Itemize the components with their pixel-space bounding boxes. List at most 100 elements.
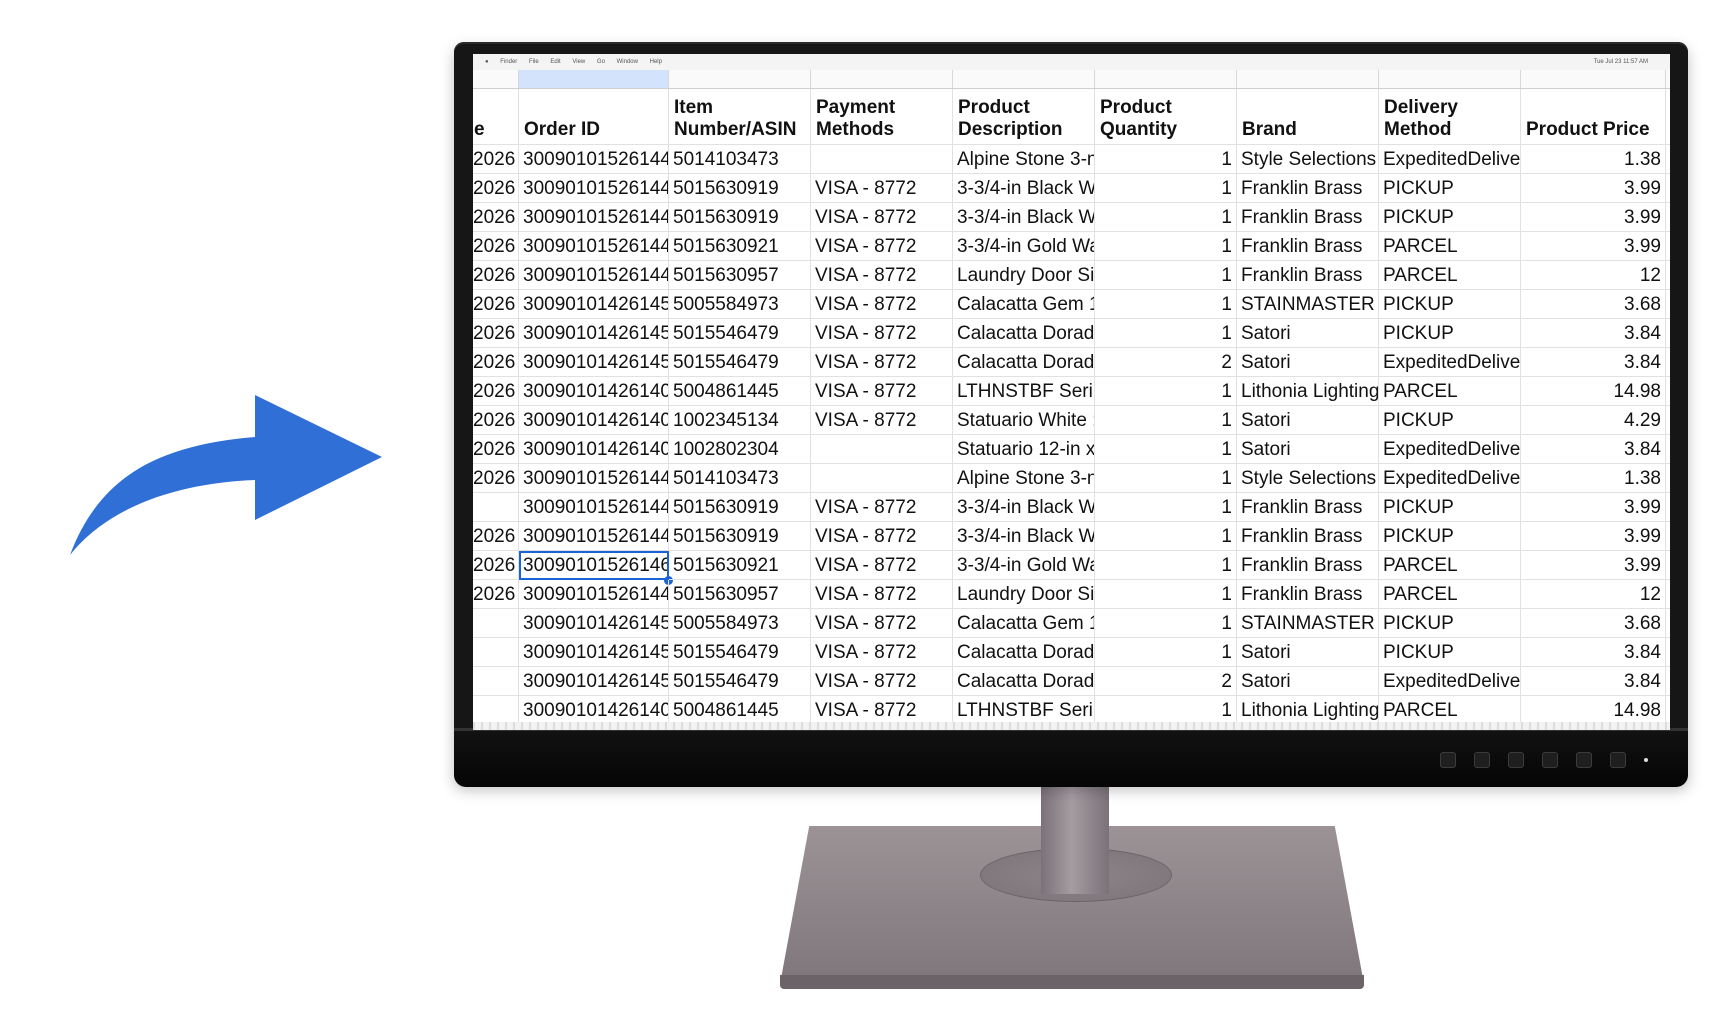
cell-brand[interactable]: Franklin Brass <box>1237 580 1379 609</box>
cell-order-id[interactable]: 300901014261408 <box>519 377 669 406</box>
cell-asin[interactable]: 5015630921 <box>669 232 811 261</box>
cell-payment[interactable]: VISA - 8772 <box>811 609 953 638</box>
column-header-letter[interactable] <box>669 70 811 88</box>
cell-desc[interactable]: LTHNSTBF Seri <box>953 377 1095 406</box>
cell-delivery[interactable]: ExpeditedDelive <box>1379 348 1521 377</box>
cell-brand[interactable]: STAINMASTER <box>1237 609 1379 638</box>
cell-order-id[interactable]: 300901014261455 <box>519 609 669 638</box>
cell-brand[interactable]: Franklin Brass <box>1237 522 1379 551</box>
cell-asin[interactable]: 5015546479 <box>669 667 811 696</box>
cell-date[interactable]: 2026 <box>473 522 519 551</box>
cell-date[interactable] <box>473 638 519 667</box>
column-header-date[interactable]: e <box>473 89 519 145</box>
cell-asin[interactable]: 5014103473 <box>669 145 811 174</box>
column-header-letter[interactable] <box>1521 70 1666 88</box>
cell-order-id[interactable]: 300901015261446 <box>519 174 669 203</box>
cell-date[interactable]: 2026 <box>473 406 519 435</box>
cell-delivery[interactable]: PICKUP <box>1379 290 1521 319</box>
cell-brand[interactable]: Franklin Brass <box>1237 493 1379 522</box>
cell-qty[interactable]: 1 <box>1095 406 1237 435</box>
cell-brand[interactable]: Satori <box>1237 435 1379 464</box>
cell-asin[interactable]: 5015546479 <box>669 319 811 348</box>
menu-item[interactable]: Finder <box>500 59 517 65</box>
cell-asin[interactable]: 5015630957 <box>669 580 811 609</box>
cell-qty[interactable]: 1 <box>1095 232 1237 261</box>
cell-payment[interactable]: VISA - 8772 <box>811 348 953 377</box>
cell-desc[interactable]: Calacatta Dorad <box>953 638 1095 667</box>
cell-qty[interactable]: 1 <box>1095 580 1237 609</box>
cell-order-id[interactable]: 300901015261466 <box>519 551 669 580</box>
cell-payment[interactable]: VISA - 8772 <box>811 406 953 435</box>
cell-delivery[interactable]: ExpeditedDelive <box>1379 435 1521 464</box>
cell-qty[interactable]: 1 <box>1095 319 1237 348</box>
cell-qty[interactable]: 1 <box>1095 638 1237 667</box>
menu-item[interactable]: View <box>572 59 585 65</box>
cell-date[interactable] <box>473 609 519 638</box>
cell-asin[interactable]: 5014103473 <box>669 464 811 493</box>
cell-price[interactable]: 3.84 <box>1521 667 1666 696</box>
menu-item[interactable]: Window <box>617 59 638 65</box>
cell-payment[interactable]: VISA - 8772 <box>811 377 953 406</box>
cell-brand[interactable]: Franklin Brass <box>1237 261 1379 290</box>
monitor-button-icon[interactable] <box>1576 752 1592 768</box>
cell-date[interactable]: 2026 <box>473 551 519 580</box>
cell-price[interactable]: 14.98 <box>1521 696 1666 725</box>
column-header-delivery[interactable]: Delivery Method <box>1379 89 1521 145</box>
cell-qty[interactable]: 1 <box>1095 290 1237 319</box>
cell-order-id[interactable]: 300901014261408 <box>519 696 669 725</box>
cell-asin[interactable]: 5015630921 <box>669 551 811 580</box>
cell-qty[interactable]: 1 <box>1095 145 1237 174</box>
column-header-letter[interactable] <box>953 70 1095 88</box>
cell-desc[interactable]: LTHNSTBF Seri <box>953 696 1095 725</box>
cell-qty[interactable]: 1 <box>1095 377 1237 406</box>
cell-brand[interactable]: Franklin Brass <box>1237 203 1379 232</box>
cell-qty[interactable]: 1 <box>1095 609 1237 638</box>
cell-desc[interactable]: Calacatta Gem 1 <box>953 609 1095 638</box>
cell-price[interactable]: 3.99 <box>1521 551 1666 580</box>
cell-date[interactable]: 2026 <box>473 203 519 232</box>
cell-brand[interactable]: Satori <box>1237 319 1379 348</box>
cell-date[interactable] <box>473 493 519 522</box>
cell-price[interactable]: 3.99 <box>1521 522 1666 551</box>
cell-asin[interactable]: 5004861445 <box>669 696 811 725</box>
column-header-price[interactable]: Product Price <box>1521 89 1666 145</box>
cell-price[interactable]: 12 <box>1521 580 1666 609</box>
cell-asin[interactable]: 5005584973 <box>669 609 811 638</box>
cell-order-id[interactable]: 300901015261446 <box>519 261 669 290</box>
cell-date[interactable] <box>473 667 519 696</box>
cell-order-id[interactable]: 300901014261455 <box>519 667 669 696</box>
cell-price[interactable]: 3.99 <box>1521 493 1666 522</box>
cell-price[interactable]: 3.84 <box>1521 319 1666 348</box>
cell-brand[interactable]: Style Selections <box>1237 145 1379 174</box>
cell-date[interactable]: 2026 <box>473 145 519 174</box>
column-header-letter[interactable] <box>1237 70 1379 88</box>
cell-brand[interactable]: Satori <box>1237 348 1379 377</box>
cell-delivery[interactable]: PICKUP <box>1379 638 1521 667</box>
cell-price[interactable]: 1.38 <box>1521 464 1666 493</box>
cell-delivery[interactable]: ExpeditedDelive <box>1379 145 1521 174</box>
cell-order-id[interactable]: 300901015261446 <box>519 203 669 232</box>
cell-brand[interactable]: Style Selections <box>1237 464 1379 493</box>
menu-item[interactable]: Help <box>650 59 662 65</box>
cell-order-id[interactable]: 300901014261408 <box>519 435 669 464</box>
cell-payment[interactable]: VISA - 8772 <box>811 551 953 580</box>
cell-price[interactable]: 3.84 <box>1521 348 1666 377</box>
monitor-power-button-icon[interactable] <box>1610 752 1626 768</box>
cell-order-id[interactable]: 300901014261408 <box>519 406 669 435</box>
cell-asin[interactable]: 5015630957 <box>669 261 811 290</box>
cell-brand[interactable]: Franklin Brass <box>1237 174 1379 203</box>
cell-price[interactable]: 14.98 <box>1521 377 1666 406</box>
cell-payment[interactable]: VISA - 8772 <box>811 493 953 522</box>
cell-order-id[interactable]: 300901015261446 <box>519 580 669 609</box>
cell-price[interactable]: 3.99 <box>1521 174 1666 203</box>
cell-desc[interactable]: Calacatta Gem 1 <box>953 290 1095 319</box>
cell-payment[interactable]: VISA - 8772 <box>811 261 953 290</box>
cell-asin[interactable]: 1002345134 <box>669 406 811 435</box>
cell-desc[interactable]: Calacatta Dorad <box>953 667 1095 696</box>
cell-payment[interactable]: VISA - 8772 <box>811 203 953 232</box>
cell-brand[interactable]: Lithonia Lighting <box>1237 696 1379 725</box>
cell-date[interactable]: 2026 <box>473 435 519 464</box>
cell-desc[interactable]: 3-3/4-in Gold Wa <box>953 551 1095 580</box>
cell-delivery[interactable]: PICKUP <box>1379 406 1521 435</box>
cell-delivery[interactable]: PICKUP <box>1379 319 1521 348</box>
